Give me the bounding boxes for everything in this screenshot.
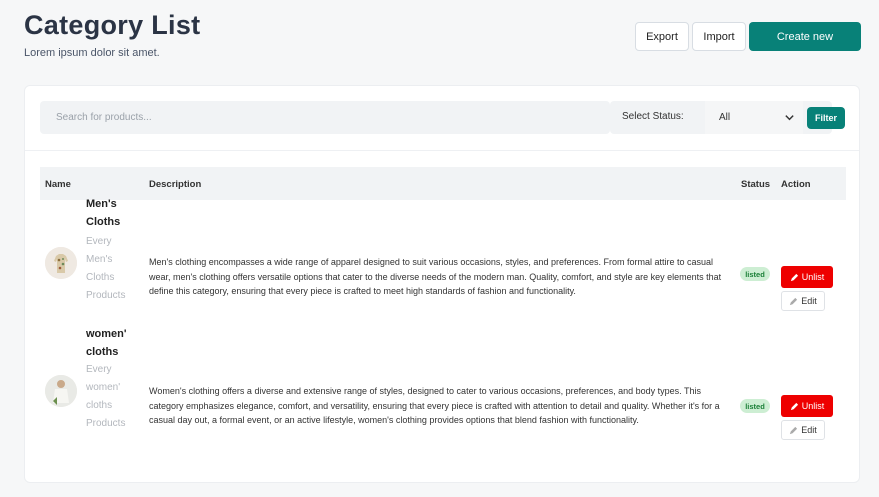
create-new-button[interactable]: Create new xyxy=(749,22,861,51)
export-button[interactable]: Export xyxy=(635,22,689,51)
category-card: Select Status: All Filter Name Descripti… xyxy=(24,85,860,483)
status-badge: listed xyxy=(740,399,770,413)
chevron-down-icon xyxy=(785,115,794,121)
column-header-action: Action xyxy=(781,179,811,190)
page-title: Category List xyxy=(24,10,201,40)
edit-button[interactable]: Edit xyxy=(781,420,825,440)
filter-bar: Select Status: All Filter xyxy=(25,86,859,151)
page-subtitle: Lorem ipsum dolor sit amet. xyxy=(24,47,160,59)
table-row: Men's Cloths Every Men's Cloths Products… xyxy=(40,198,846,329)
filter-button[interactable]: Filter xyxy=(807,107,845,129)
category-description: Women's clothing offers a diverse and ex… xyxy=(149,386,720,425)
category-name: Men's Cloths xyxy=(86,198,121,228)
category-image-avatar xyxy=(45,375,77,407)
unlist-button[interactable]: Unlist xyxy=(781,395,833,417)
import-button[interactable]: Import xyxy=(692,22,746,51)
table-row: women' cloths Every women' cloths Produc… xyxy=(40,328,846,459)
status-select-value: All xyxy=(719,112,731,123)
category-name: women' cloths xyxy=(86,328,127,358)
category-subtext: Every women' cloths Products xyxy=(86,364,126,429)
status-select[interactable]: All xyxy=(705,101,803,134)
unlist-button[interactable]: Unlist xyxy=(781,266,833,288)
edit-button[interactable]: Edit xyxy=(781,291,825,311)
column-header-description: Description xyxy=(149,179,202,190)
pencil-icon xyxy=(790,426,798,434)
category-list-page: Category List Lorem ipsum dolor sit amet… xyxy=(0,0,879,497)
pencil-icon xyxy=(790,297,798,305)
column-header-status: Status xyxy=(741,179,771,190)
search-input[interactable] xyxy=(40,101,610,134)
category-subtext: Every Men's Cloths Products xyxy=(86,236,126,301)
pencil-icon xyxy=(790,273,798,281)
status-label: Select Status: xyxy=(622,111,684,122)
column-header-name: Name xyxy=(45,179,71,190)
status-filter: Select Status: All xyxy=(610,101,832,134)
category-image-avatar xyxy=(45,247,77,279)
pencil-icon xyxy=(790,402,798,410)
table-header: Name Description Status Action xyxy=(40,167,846,200)
category-description: Men's clothing encompasses a wide range … xyxy=(149,257,722,296)
status-badge: listed xyxy=(740,267,770,281)
